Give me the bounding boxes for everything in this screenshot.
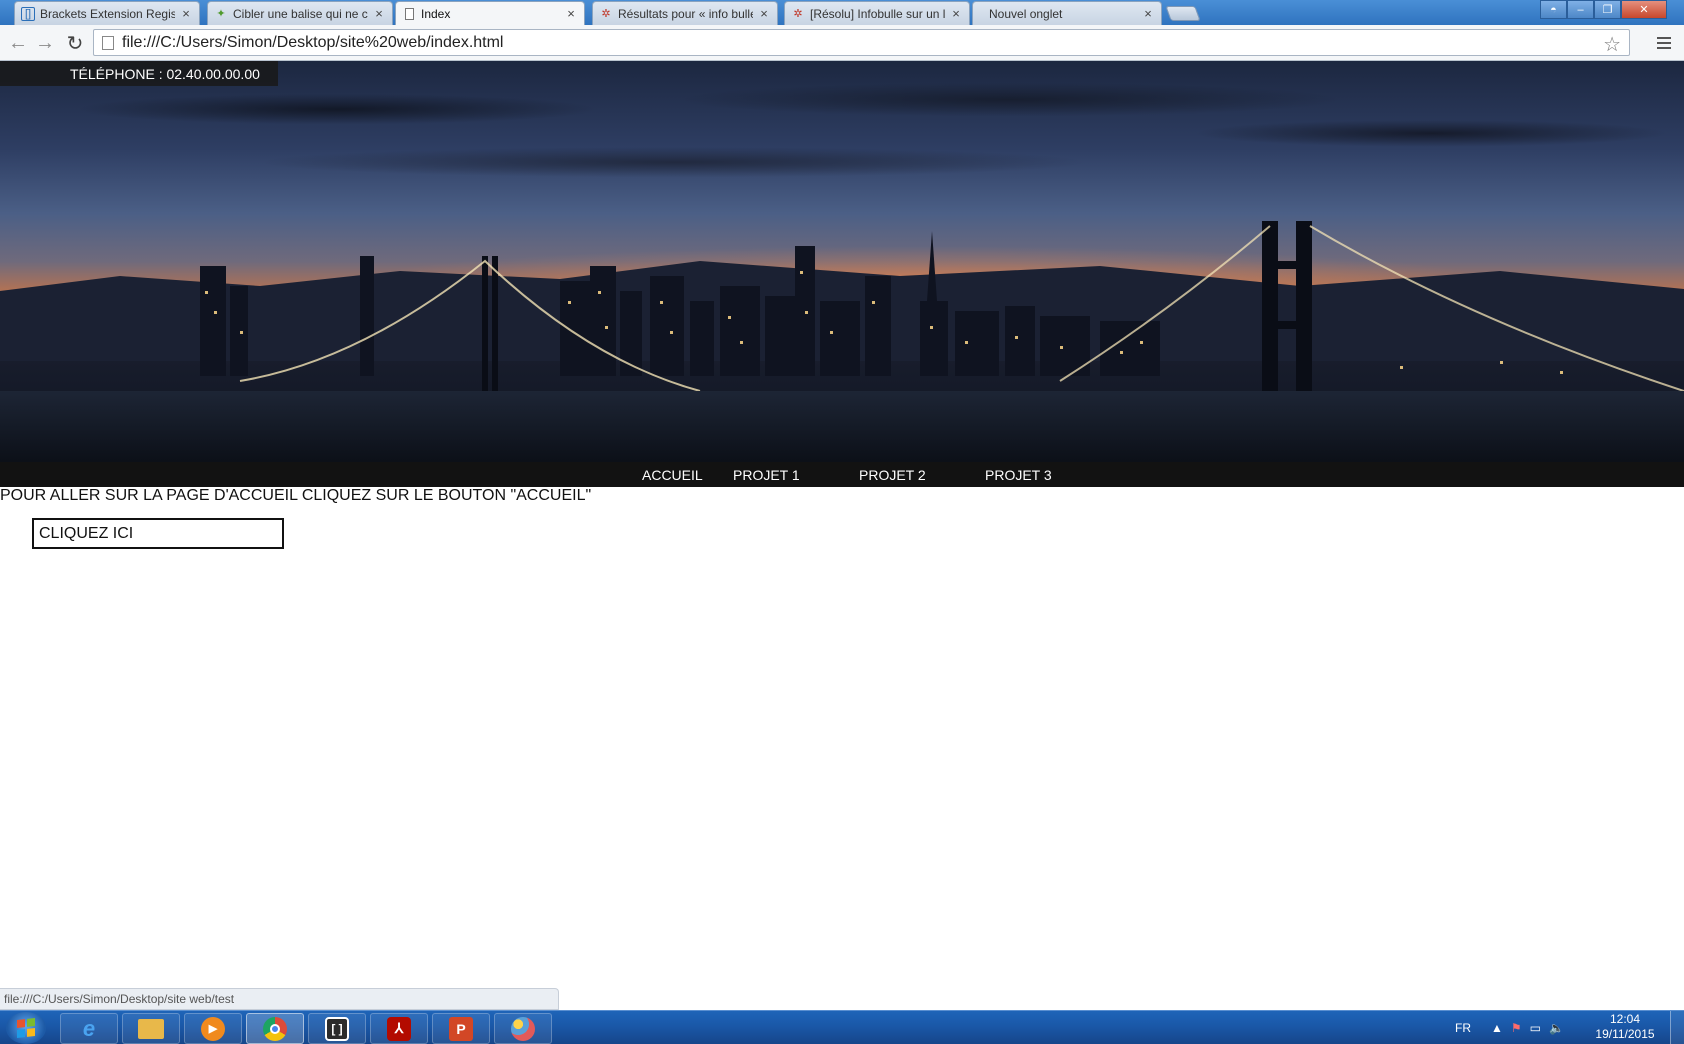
minimize-button[interactable]: ‒ <box>1567 0 1594 19</box>
close-icon[interactable]: × <box>949 6 963 21</box>
close-icon[interactable]: × <box>564 6 578 21</box>
taskbar-brackets[interactable]: [ ] <box>308 1013 366 1044</box>
internet-explorer-icon: e <box>82 1015 96 1041</box>
taskbar-file-explorer[interactable] <box>122 1013 180 1044</box>
clock-time: 12:04 <box>1609 1012 1641 1026</box>
volume-muted-icon[interactable]: 🔈 <box>1549 1021 1564 1035</box>
back-arrow-icon[interactable]: ← <box>6 31 30 55</box>
nav-projet-2[interactable]: PROJET 2 <box>859 462 926 487</box>
address-bar[interactable]: file:///C:/Users/Simon/Desktop/site%20we… <box>93 29 1630 56</box>
acrobat-reader-icon: ⅄ <box>387 1016 411 1041</box>
page-icon <box>402 7 416 21</box>
profile-icon[interactable]: ◓ <box>1540 0 1567 19</box>
taskbar-internet-explorer[interactable]: e <box>60 1013 118 1044</box>
show-desktop-button[interactable] <box>1670 1011 1684 1044</box>
nav-projet-1[interactable]: PROJET 1 <box>733 462 800 487</box>
start-button[interactable] <box>6 1012 46 1044</box>
openclassrooms-icon: ✦ <box>216 8 226 20</box>
tab-resultats[interactable]: ✲ Résultats pour « info bulle × <box>592 1 778 25</box>
taskbar-chrome[interactable] <box>246 1013 304 1044</box>
status-bubble: file:///C:/Users/Simon/Desktop/site web/… <box>0 988 559 1010</box>
forum-icon: ✲ <box>601 8 611 20</box>
windows-taskbar: e ▶ [ ] ⅄ P FR ▲ ⚑ ▭ 🔈 12:04 19/11/2015 <box>0 1010 1684 1044</box>
powerpoint-icon: P <box>449 1016 473 1041</box>
browser-toolbar: ← → ↻ file:///C:/Users/Simon/Desktop/sit… <box>0 25 1684 61</box>
tab-title: Index <box>421 6 451 21</box>
tab-title: Cibler une balise qui ne co <box>233 6 368 21</box>
tab-brackets[interactable]: [] Brackets Extension Regist × <box>14 1 200 25</box>
taskbar-clock[interactable]: 12:04 19/11/2015 <box>1588 1012 1662 1042</box>
nav-projet-3[interactable]: PROJET 3 <box>985 462 1052 487</box>
taskbar-paint[interactable] <box>494 1013 552 1044</box>
brackets-icon: [] <box>21 6 35 21</box>
paint-palette-icon <box>511 1016 535 1041</box>
taskbar-powerpoint[interactable]: P <box>432 1013 490 1044</box>
bay-water <box>0 391 1684 462</box>
nav-accueil[interactable]: ACCUEIL <box>642 462 703 487</box>
address-url[interactable]: file:///C:/Users/Simon/Desktop/site%20we… <box>122 34 503 52</box>
tab-strip: [] Brackets Extension Regist × ✦ Cibler … <box>0 0 1684 25</box>
window-controls: ◓ ‒ ❐ ✕ <box>1540 0 1667 19</box>
tab-cibler[interactable]: ✦ Cibler une balise qui ne co × <box>207 1 393 25</box>
close-icon[interactable]: × <box>372 6 386 21</box>
reload-icon[interactable]: ↻ <box>63 31 87 55</box>
close-window-button[interactable]: ✕ <box>1621 0 1667 19</box>
page-icon <box>102 35 114 50</box>
menu-icon[interactable] <box>1652 31 1676 55</box>
show-hidden-icons-icon[interactable]: ▲ <box>1491 1021 1503 1035</box>
chrome-icon <box>263 1016 287 1041</box>
header-banner-image: TÉLÉPHONE : 02.40.00.00.00 <box>0 61 1684 462</box>
forward-arrow-icon[interactable]: → <box>33 31 57 55</box>
language-indicator[interactable]: FR <box>1455 1021 1471 1035</box>
tab-nouvel-onglet[interactable]: Nouvel onglet × <box>972 1 1162 25</box>
screen: [] Brackets Extension Regist × ✦ Cibler … <box>0 0 1684 1044</box>
tab-title: Brackets Extension Regist <box>40 6 175 21</box>
phone-banner: TÉLÉPHONE : 02.40.00.00.00 <box>0 61 278 86</box>
new-tab-button[interactable] <box>1165 6 1201 21</box>
tab-title: Nouvel onglet <box>989 6 1063 21</box>
tab-title: [Résolu] Infobulle sur un l <box>810 6 945 21</box>
folder-icon <box>138 1018 164 1039</box>
instruction-text: POUR ALLER SUR LA PAGE D'ACCUEIL CLIQUEZ… <box>0 487 592 504</box>
brackets-icon: [ ] <box>325 1016 349 1041</box>
tab-title: Résultats pour « info bulle <box>618 6 753 21</box>
media-player-icon: ▶ <box>201 1016 225 1041</box>
bookmark-star-icon[interactable]: ☆ <box>1603 32 1621 57</box>
taskbar-media-player[interactable]: ▶ <box>184 1013 242 1044</box>
close-icon[interactable]: × <box>179 6 193 21</box>
restore-button[interactable]: ❐ <box>1594 0 1621 19</box>
network-icon[interactable]: ▭ <box>1530 1021 1541 1035</box>
tab-resolu[interactable]: ✲ [Résolu] Infobulle sur un l × <box>784 1 970 25</box>
windows-logo-icon <box>17 1018 35 1038</box>
main-nav: ACCUEIL PROJET 1 PROJET 2 PROJET 3 <box>0 462 1684 487</box>
cliquez-ici-button[interactable]: CLIQUEZ ICI <box>32 518 284 549</box>
taskbar-acrobat-reader[interactable]: ⅄ <box>370 1013 428 1044</box>
forum-icon: ✲ <box>793 8 803 20</box>
close-icon[interactable]: × <box>757 6 771 21</box>
web-page: TÉLÉPHONE : 02.40.00.00.00 ACCUEIL PROJE… <box>0 61 1684 1010</box>
action-center-flag-icon[interactable]: ⚑ <box>1511 1021 1522 1035</box>
tab-index[interactable]: Index × <box>395 1 585 25</box>
system-tray: FR ▲ ⚑ ▭ 🔈 <box>1455 1011 1572 1044</box>
close-icon[interactable]: × <box>1141 6 1155 21</box>
clock-date: 19/11/2015 <box>1595 1027 1655 1041</box>
